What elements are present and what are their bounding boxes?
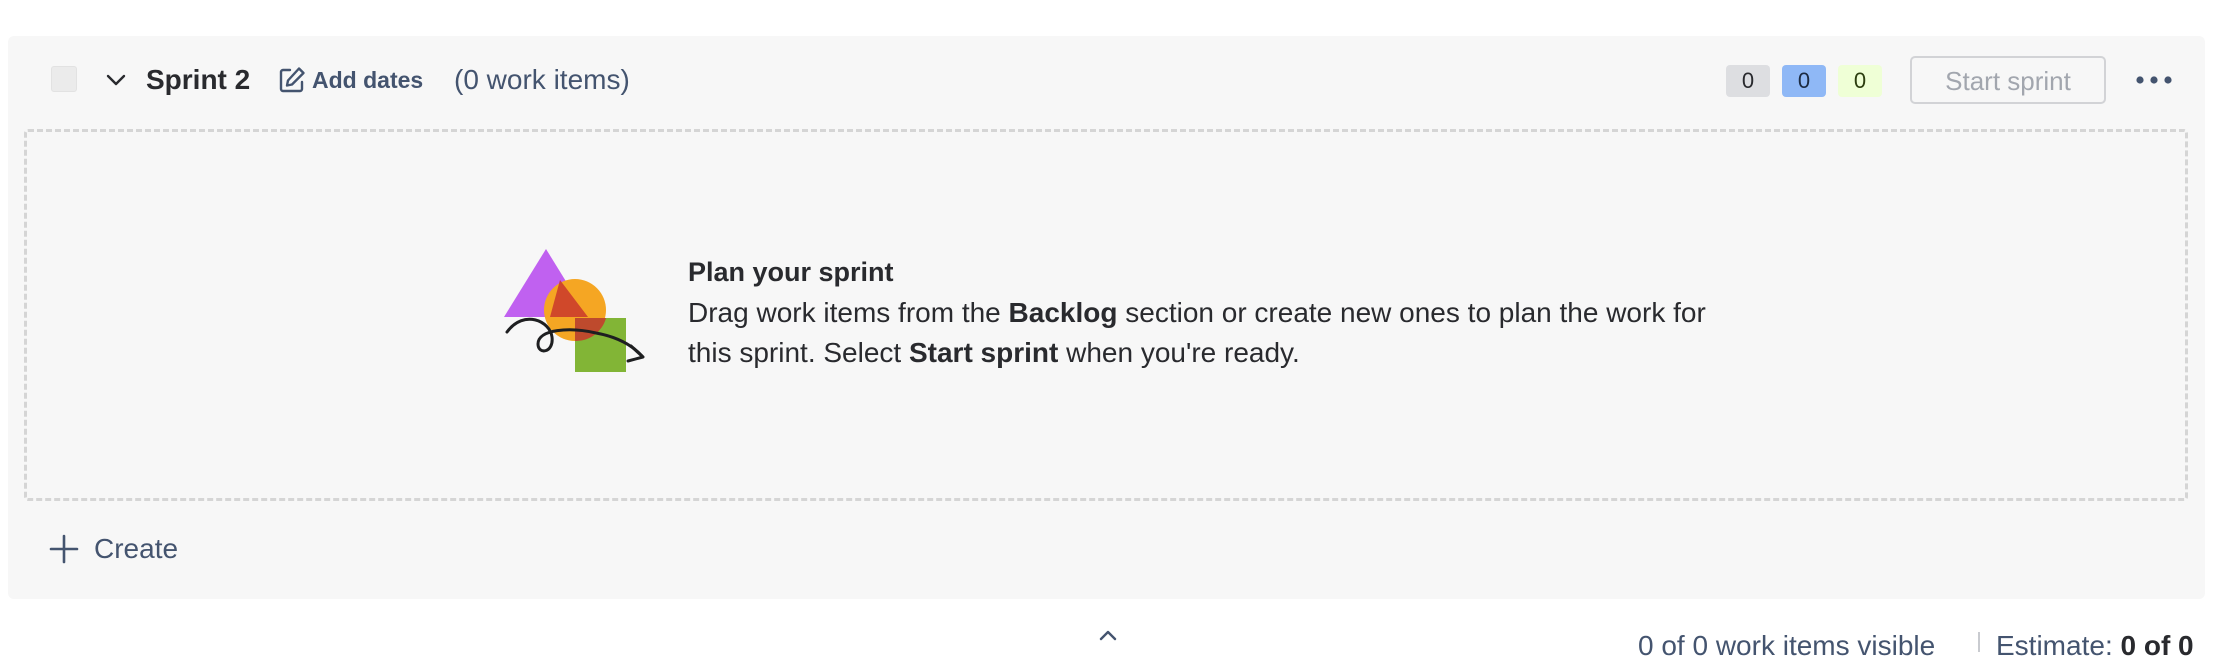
visible-items-status: 0 of 0 work items visible <box>1638 630 1936 661</box>
desc-text: when you're ready. <box>1058 337 1300 368</box>
chevron-up-icon[interactable] <box>1097 628 1119 642</box>
create-label: Create <box>94 533 179 564</box>
plus-icon <box>49 534 79 564</box>
sprint-card: Sprint 2 Add dates (0 work items) 0 0 0 … <box>8 36 2205 599</box>
estimate-summary: Estimate: 0 of 0 <box>1996 630 2194 661</box>
footer-divider <box>1978 632 1980 652</box>
estimate-value: 0 of 0 <box>2120 630 2194 661</box>
more-actions-button[interactable] <box>2132 62 2176 98</box>
empty-state-title: Plan your sprint <box>688 257 894 287</box>
chevron-down-icon <box>106 74 126 86</box>
edit-icon <box>279 67 305 93</box>
estimate-label: Estimate <box>1996 630 2105 661</box>
sprint-name: Sprint 2 <box>146 64 251 95</box>
in-progress-count-badge: 0 <box>1782 65 1826 97</box>
collapse-toggle[interactable] <box>101 65 131 95</box>
sprint-header: Sprint 2 Add dates (0 work items) 0 0 0 … <box>8 36 2205 128</box>
done-count-badge: 0 <box>1838 65 1882 97</box>
add-dates-label: Add dates <box>312 66 424 93</box>
create-button[interactable]: Create <box>48 529 178 569</box>
sprint-select-checkbox[interactable] <box>51 66 77 92</box>
backlog-emphasis: Backlog <box>1008 297 1118 328</box>
desc-text: Drag work items from the <box>688 297 1009 328</box>
more-icon <box>2136 76 2172 84</box>
start-sprint-button[interactable]: Start sprint <box>1910 56 2106 104</box>
add-dates-button[interactable]: Add dates <box>276 60 423 100</box>
todo-count-badge: 0 <box>1726 65 1770 97</box>
plan-sprint-illustration <box>500 249 662 419</box>
empty-state-description: Drag work items from the Backlog section… <box>688 293 1738 373</box>
work-items-count: (0 work items) <box>454 64 630 95</box>
start-sprint-emphasis: Start sprint <box>908 337 1059 368</box>
